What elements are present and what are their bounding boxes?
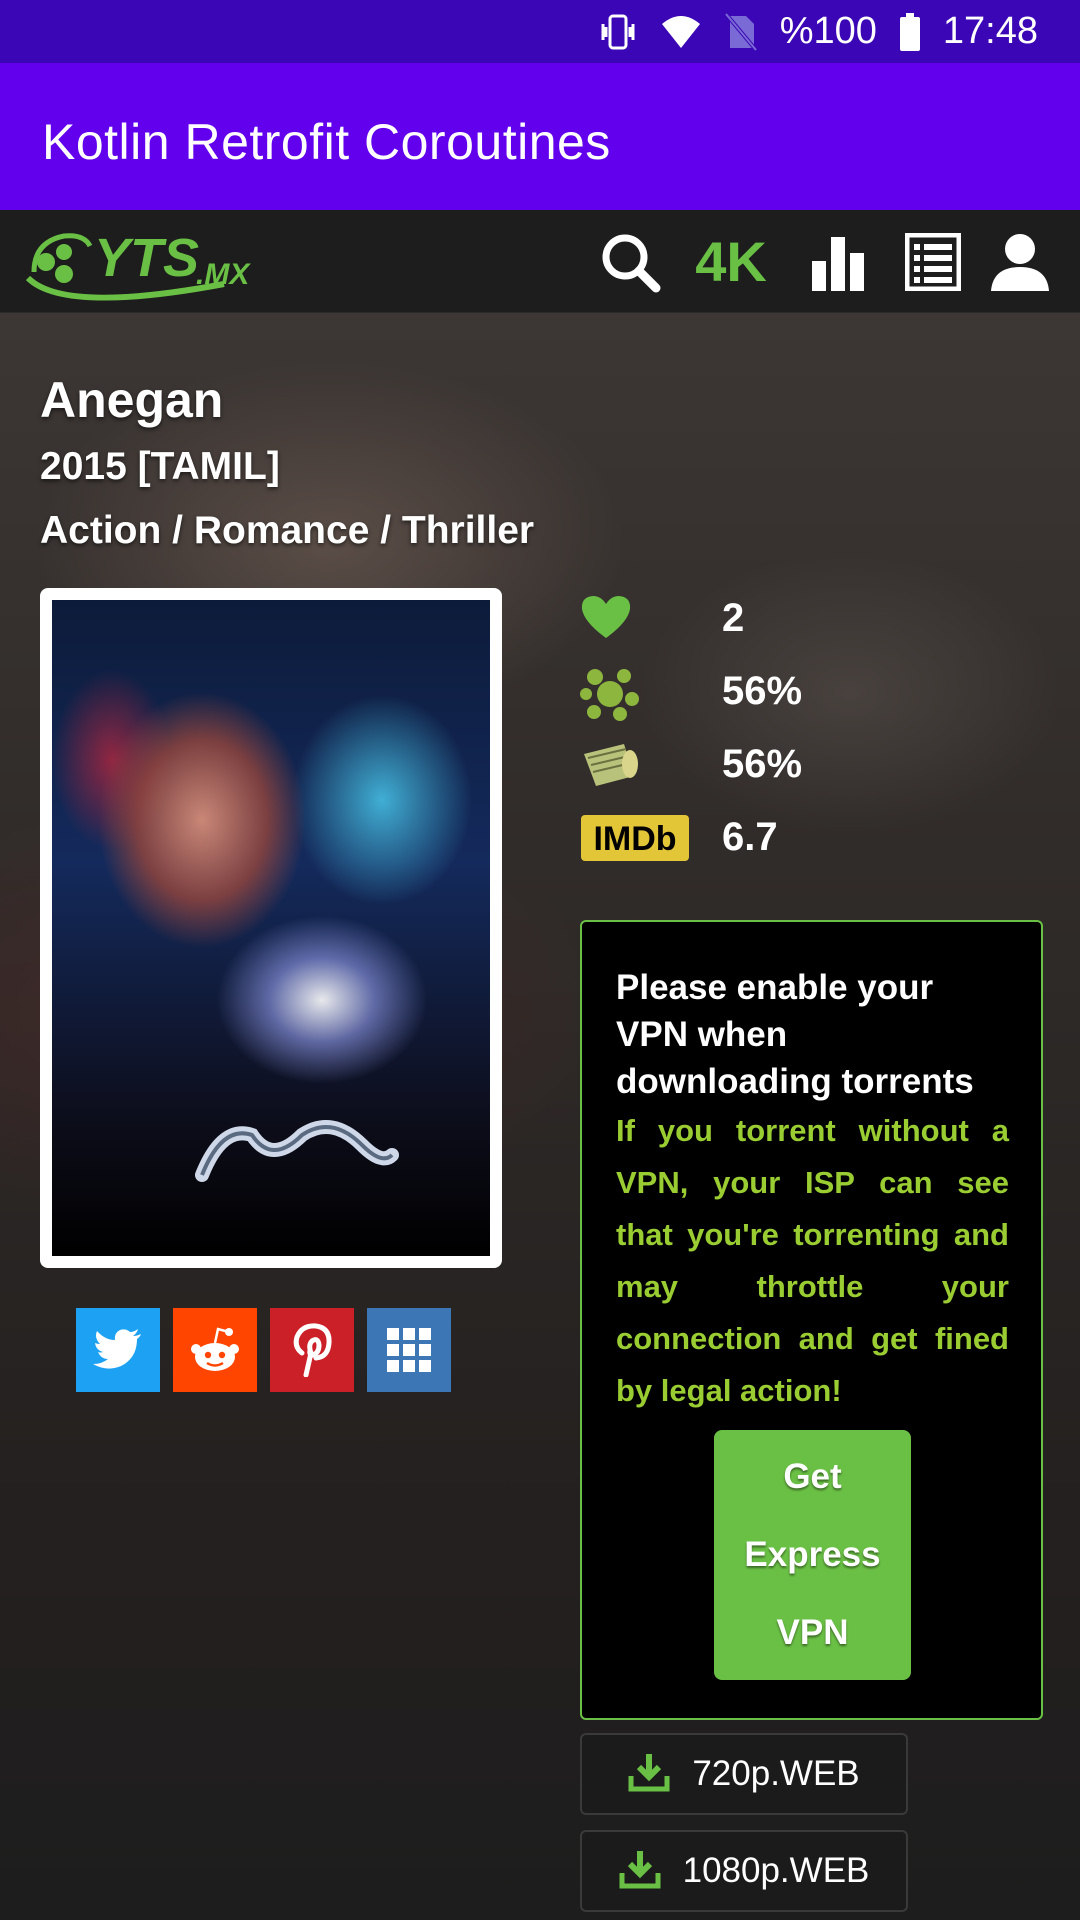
download-label: 720p.WEB bbox=[692, 1754, 860, 1793]
download-720p-button[interactable]: 720p.WEB bbox=[580, 1733, 908, 1815]
likes-count: 2 bbox=[722, 596, 745, 640]
wifi-icon bbox=[660, 14, 702, 50]
get-vpn-button[interactable]: Get Express VPN bbox=[714, 1430, 911, 1680]
search-icon[interactable] bbox=[588, 231, 672, 293]
battery-icon bbox=[899, 12, 921, 51]
app-title: Kotlin Retrofit Coroutines bbox=[42, 114, 611, 170]
download-icon bbox=[619, 1849, 661, 1894]
critics-row: 56% bbox=[580, 659, 1000, 732]
poster-title-art bbox=[195, 1120, 399, 1182]
imdb-row: IMDb 6.7 bbox=[580, 805, 1000, 878]
movie-stats: 2 56% 56% IMDb 6.7 bbox=[580, 586, 1000, 878]
yts-logo[interactable]: YTS .MX bbox=[24, 222, 264, 306]
download-1080p-button[interactable]: 1080p.WEB bbox=[580, 1830, 908, 1912]
imdb-logo[interactable]: IMDb bbox=[580, 813, 689, 863]
movie-title: Anegan bbox=[40, 372, 224, 428]
audience-row: 56% bbox=[580, 732, 1000, 805]
movie-genres: Action / Romance / Thriller bbox=[40, 509, 535, 552]
trending-icon[interactable] bbox=[790, 233, 886, 291]
user-icon[interactable] bbox=[980, 231, 1060, 293]
poster-image bbox=[52, 600, 490, 1256]
battery-text: %100 bbox=[779, 10, 877, 52]
vpn-warning-box: Please enable your VPN when downloading … bbox=[580, 920, 1043, 1720]
imdb-rating: 6.7 bbox=[722, 815, 778, 859]
movie-hero: Anegan 2015 [TAMIL] Action / Romance / T… bbox=[0, 313, 1080, 1920]
popcorn-bucket-icon bbox=[580, 740, 680, 790]
audience-score: 56% bbox=[722, 742, 803, 786]
share-buttons bbox=[76, 1308, 451, 1392]
vpn-heading: Please enable your VPN when downloading … bbox=[616, 968, 974, 1101]
vpn-body: If you torrent without a VPN, your ISP c… bbox=[616, 1113, 1009, 1408]
download-label: 1080p.WEB bbox=[682, 1851, 870, 1890]
vibrate-icon bbox=[598, 12, 638, 52]
clock: 17:48 bbox=[942, 10, 1038, 52]
tomatometer-splat-icon bbox=[580, 667, 680, 721]
heart-icon[interactable] bbox=[580, 594, 680, 644]
svg-text:IMDb: IMDb bbox=[593, 820, 676, 858]
app-bar: Kotlin Retrofit Coroutines bbox=[0, 63, 1080, 210]
4k-link[interactable]: 4K bbox=[672, 229, 790, 294]
movie-year: 2015 [TAMIL] bbox=[40, 445, 280, 488]
twitter-icon[interactable] bbox=[76, 1308, 160, 1392]
status-bar: %100 17:48 bbox=[0, 0, 1080, 63]
reddit-icon[interactable] bbox=[173, 1308, 257, 1392]
likes-row: 2 bbox=[580, 586, 1000, 659]
svg-text:.MX: .MX bbox=[196, 258, 251, 291]
browse-list-icon[interactable] bbox=[886, 232, 980, 291]
more-apps-icon[interactable] bbox=[367, 1308, 451, 1392]
movie-poster[interactable] bbox=[40, 588, 502, 1268]
svg-text:YTS: YTS bbox=[94, 228, 199, 288]
pinterest-icon[interactable] bbox=[270, 1308, 354, 1392]
critics-score: 56% bbox=[722, 669, 803, 713]
site-nav: YTS .MX 4K bbox=[0, 210, 1080, 313]
download-icon bbox=[628, 1752, 670, 1797]
no-sim-icon bbox=[724, 12, 758, 52]
